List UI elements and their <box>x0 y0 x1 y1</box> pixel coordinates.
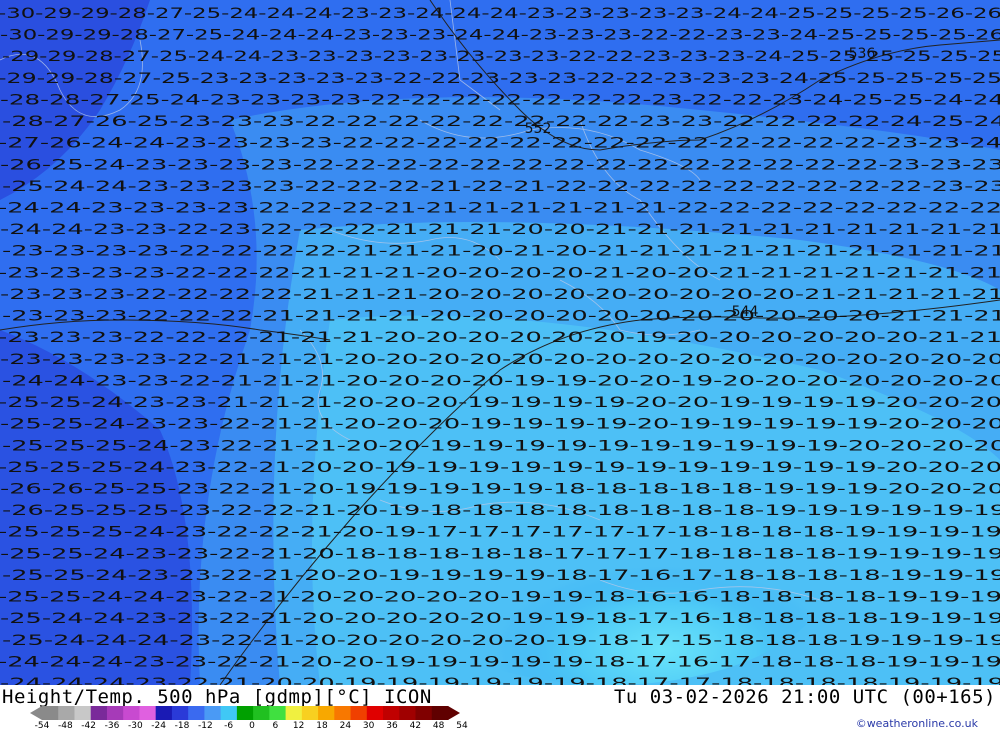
legend-swatch-15 <box>269 706 287 720</box>
legend-swatch-25 <box>431 706 449 720</box>
temperature-row-27: -25-25-24-23-23-22-21-20-20-19-19-19-19-… <box>2 568 1000 584</box>
contour-label-544: 544 <box>732 304 759 320</box>
legend-tick: -24 <box>151 721 167 731</box>
temperature-row-15: -23-23-23-22-22-22-21-21-21-21-20-20-20-… <box>2 309 1000 325</box>
legend-swatch-9 <box>171 706 189 720</box>
legend-tick: 48 <box>432 721 445 731</box>
temperature-row-19: -25-25-24-23-23-21-21-21-20-20-20-19-19-… <box>0 395 1000 411</box>
legend-swatch-2 <box>58 706 75 720</box>
legend-swatch-4 <box>90 706 108 720</box>
legend-tick-labels: -54 -48 -42 -36 -30 -24 -18 -12 -6 0 6 12 18 24 30 36 42… <box>30 721 470 733</box>
temperature-row-8: -26-25-24-23-23-23-23-22-22-22-22-22-22-… <box>0 157 1000 173</box>
temperature-row-2: -30-29-29-28-27-25-24-24-24-23-23-23-24-… <box>0 28 1000 44</box>
legend-tick: -48 <box>57 721 73 731</box>
temperature-row-12: -23-23-23-23-22-22-22-22-21-21-21-20-21-… <box>2 244 1000 260</box>
legend-tick: -12 <box>197 721 213 731</box>
temperature-row-28: -25-25-24-24-23-22-21-20-20-20-20-20-19-… <box>0 590 1000 606</box>
color-scale-legend <box>30 706 460 720</box>
legend-swatch-16 <box>285 706 303 720</box>
temperature-row-22: -25-25-25-24-23-22-21-20-20-19-19-19-19-… <box>0 460 1000 476</box>
legend-tick: 24 <box>339 721 352 731</box>
legend-swatch-7 <box>139 706 157 720</box>
legend-swatch-18 <box>318 706 335 720</box>
legend-tick: 36 <box>386 721 398 731</box>
map-canvas: -30-29-29-28-27-25-24-24-24-23-23-24-24-… <box>0 0 1000 685</box>
temperature-row-7: -27-26-24-24-23-23-23-23-22-22-22-22-22-… <box>0 136 1000 152</box>
temperature-row-4: -29-29-28-27-25-23-23-23-23-23-22-22-23-… <box>0 71 1000 87</box>
temperature-row-31: -24-24-24-23-23-22-21-20-20-19-19-19-19-… <box>0 654 1000 670</box>
temperature-row-26: -25-25-24-23-23-22-21-20-18-18-18-18-18-… <box>0 546 1000 562</box>
legend-tick: -18 <box>174 721 190 731</box>
legend-swatch-14 <box>253 706 270 720</box>
legend-tick: -6 <box>224 721 234 731</box>
temperature-row-13: -23-23-23-23-22-22-22-21-21-21-20-20-20-… <box>0 265 1000 281</box>
contour-label-536: 536 <box>849 46 876 62</box>
legend-swatch-20 <box>350 706 368 720</box>
legend-swatch-22 <box>383 706 400 720</box>
legend-swatch-13 <box>236 706 254 720</box>
legend-tick: -36 <box>104 721 120 731</box>
footer-bar: Height/Temp. 500 hPa [gdmp][°C] ICON Tu … <box>0 685 1000 733</box>
legend-swatch-10 <box>188 706 205 720</box>
temperature-row-14: -23-23-23-22-22-22-22-21-21-21-20-20-20-… <box>0 287 1000 303</box>
temperature-row-23: -26-26-25-25-23-22-21-20-19-19-19-19-19-… <box>0 481 1000 497</box>
legend-tick: 12 <box>292 721 305 731</box>
legend-swatch-6 <box>123 706 140 720</box>
temperature-row-25: -25-25-25-24-23-22-22-21-20-19-17-17-17-… <box>0 525 1000 541</box>
legend-tick: -30 <box>127 721 143 731</box>
legend-tick: 30 <box>362 721 375 731</box>
temperature-label-layer: -30-29-29-28-27-25-24-24-24-23-23-24-24-… <box>0 6 1000 685</box>
temperature-row-6: -28-27-26-25-23-23-23-22-22-22-22-22-22-… <box>2 114 1000 130</box>
legend-tick: 0 <box>249 721 255 731</box>
temperature-row-30: -25-24-24-24-23-22-21-20-20-20-20-20-20-… <box>2 633 1000 649</box>
legend-swatch-8 <box>155 706 173 720</box>
legend-swatch-12 <box>220 706 238 720</box>
legend-swatch-21 <box>366 706 384 720</box>
temperature-row-1: -30-29-29-28-27-25-24-24-24-23-23-24-24-… <box>0 6 1000 22</box>
legend-arrow-left <box>30 706 42 720</box>
legend-tick: -42 <box>81 721 97 731</box>
temperature-row-18: -24-24-23-23-22-21-21-21-20-20-20-20-19-… <box>2 373 1000 389</box>
legend-swatch-5 <box>106 706 124 720</box>
legend-swatch-23 <box>399 706 417 720</box>
legend-swatch-17 <box>301 706 319 720</box>
legend-arrow-right <box>448 706 460 720</box>
map-svg: -30-29-29-28-27-25-24-24-24-23-23-24-24-… <box>0 0 1000 685</box>
temperature-row-32: -24-24-24-23-22-21-20-20-19-19-19-19-19-… <box>0 676 1000 685</box>
temperature-row-9: -25-24-24-23-23-23-23-22-22-22-21-22-21-… <box>2 179 1000 195</box>
legend-swatch-24 <box>415 706 433 720</box>
legend-tick: 42 <box>409 721 422 731</box>
legend-swatch-3 <box>74 706 92 720</box>
legend-swatch-11 <box>204 706 222 720</box>
legend-swatch-1 <box>42 706 59 720</box>
legend-swatch-19 <box>334 706 352 720</box>
temperature-row-21: -25-25-25-24-23-22-21-21-20-20-19-19-19-… <box>2 438 1000 454</box>
contour-label-552: 552 <box>525 121 552 137</box>
temperature-row-29: -25-24-24-23-23-22-21-20-20-20-20-20-19-… <box>0 611 1000 627</box>
valid-time: Tu 03-02-2026 21:00 UTC (00+165) <box>613 686 996 708</box>
temperature-row-24: -26-25-25-25-23-22-22-21-20-19-18-18-18-… <box>2 503 1000 519</box>
temperature-row-11: -24-24-23-23-22-23-22-22-22-21-21-21-20-… <box>0 222 1000 238</box>
legend-tick: 54 <box>456 721 468 731</box>
temperature-row-10: -24-24-23-23-23-23-22-22-22-21-21-21-21-… <box>0 201 1000 217</box>
credit-link[interactable]: ©weatheronline.co.uk <box>856 717 978 730</box>
temperature-row-17: -23-23-23-23-22-21-21-21-20-20-20-20-20-… <box>0 352 1000 368</box>
temperature-row-16: -23-23-23-22-22-22-21-21-21-20-20-20-20-… <box>0 330 1000 346</box>
temperature-row-20: -25-25-24-23-23-22-21-21-20-20-20-19-19-… <box>0 417 1000 433</box>
chart-title: Height/Temp. 500 hPa [gdmp][°C] ICON <box>2 686 432 708</box>
legend-tick: 6 <box>272 721 279 731</box>
temperature-row-5: -28-28-27-25-24-23-23-23-23-22-22-22-22-… <box>0 92 1000 108</box>
legend-tick: -54 <box>34 721 50 731</box>
legend-tick: 18 <box>316 721 328 731</box>
